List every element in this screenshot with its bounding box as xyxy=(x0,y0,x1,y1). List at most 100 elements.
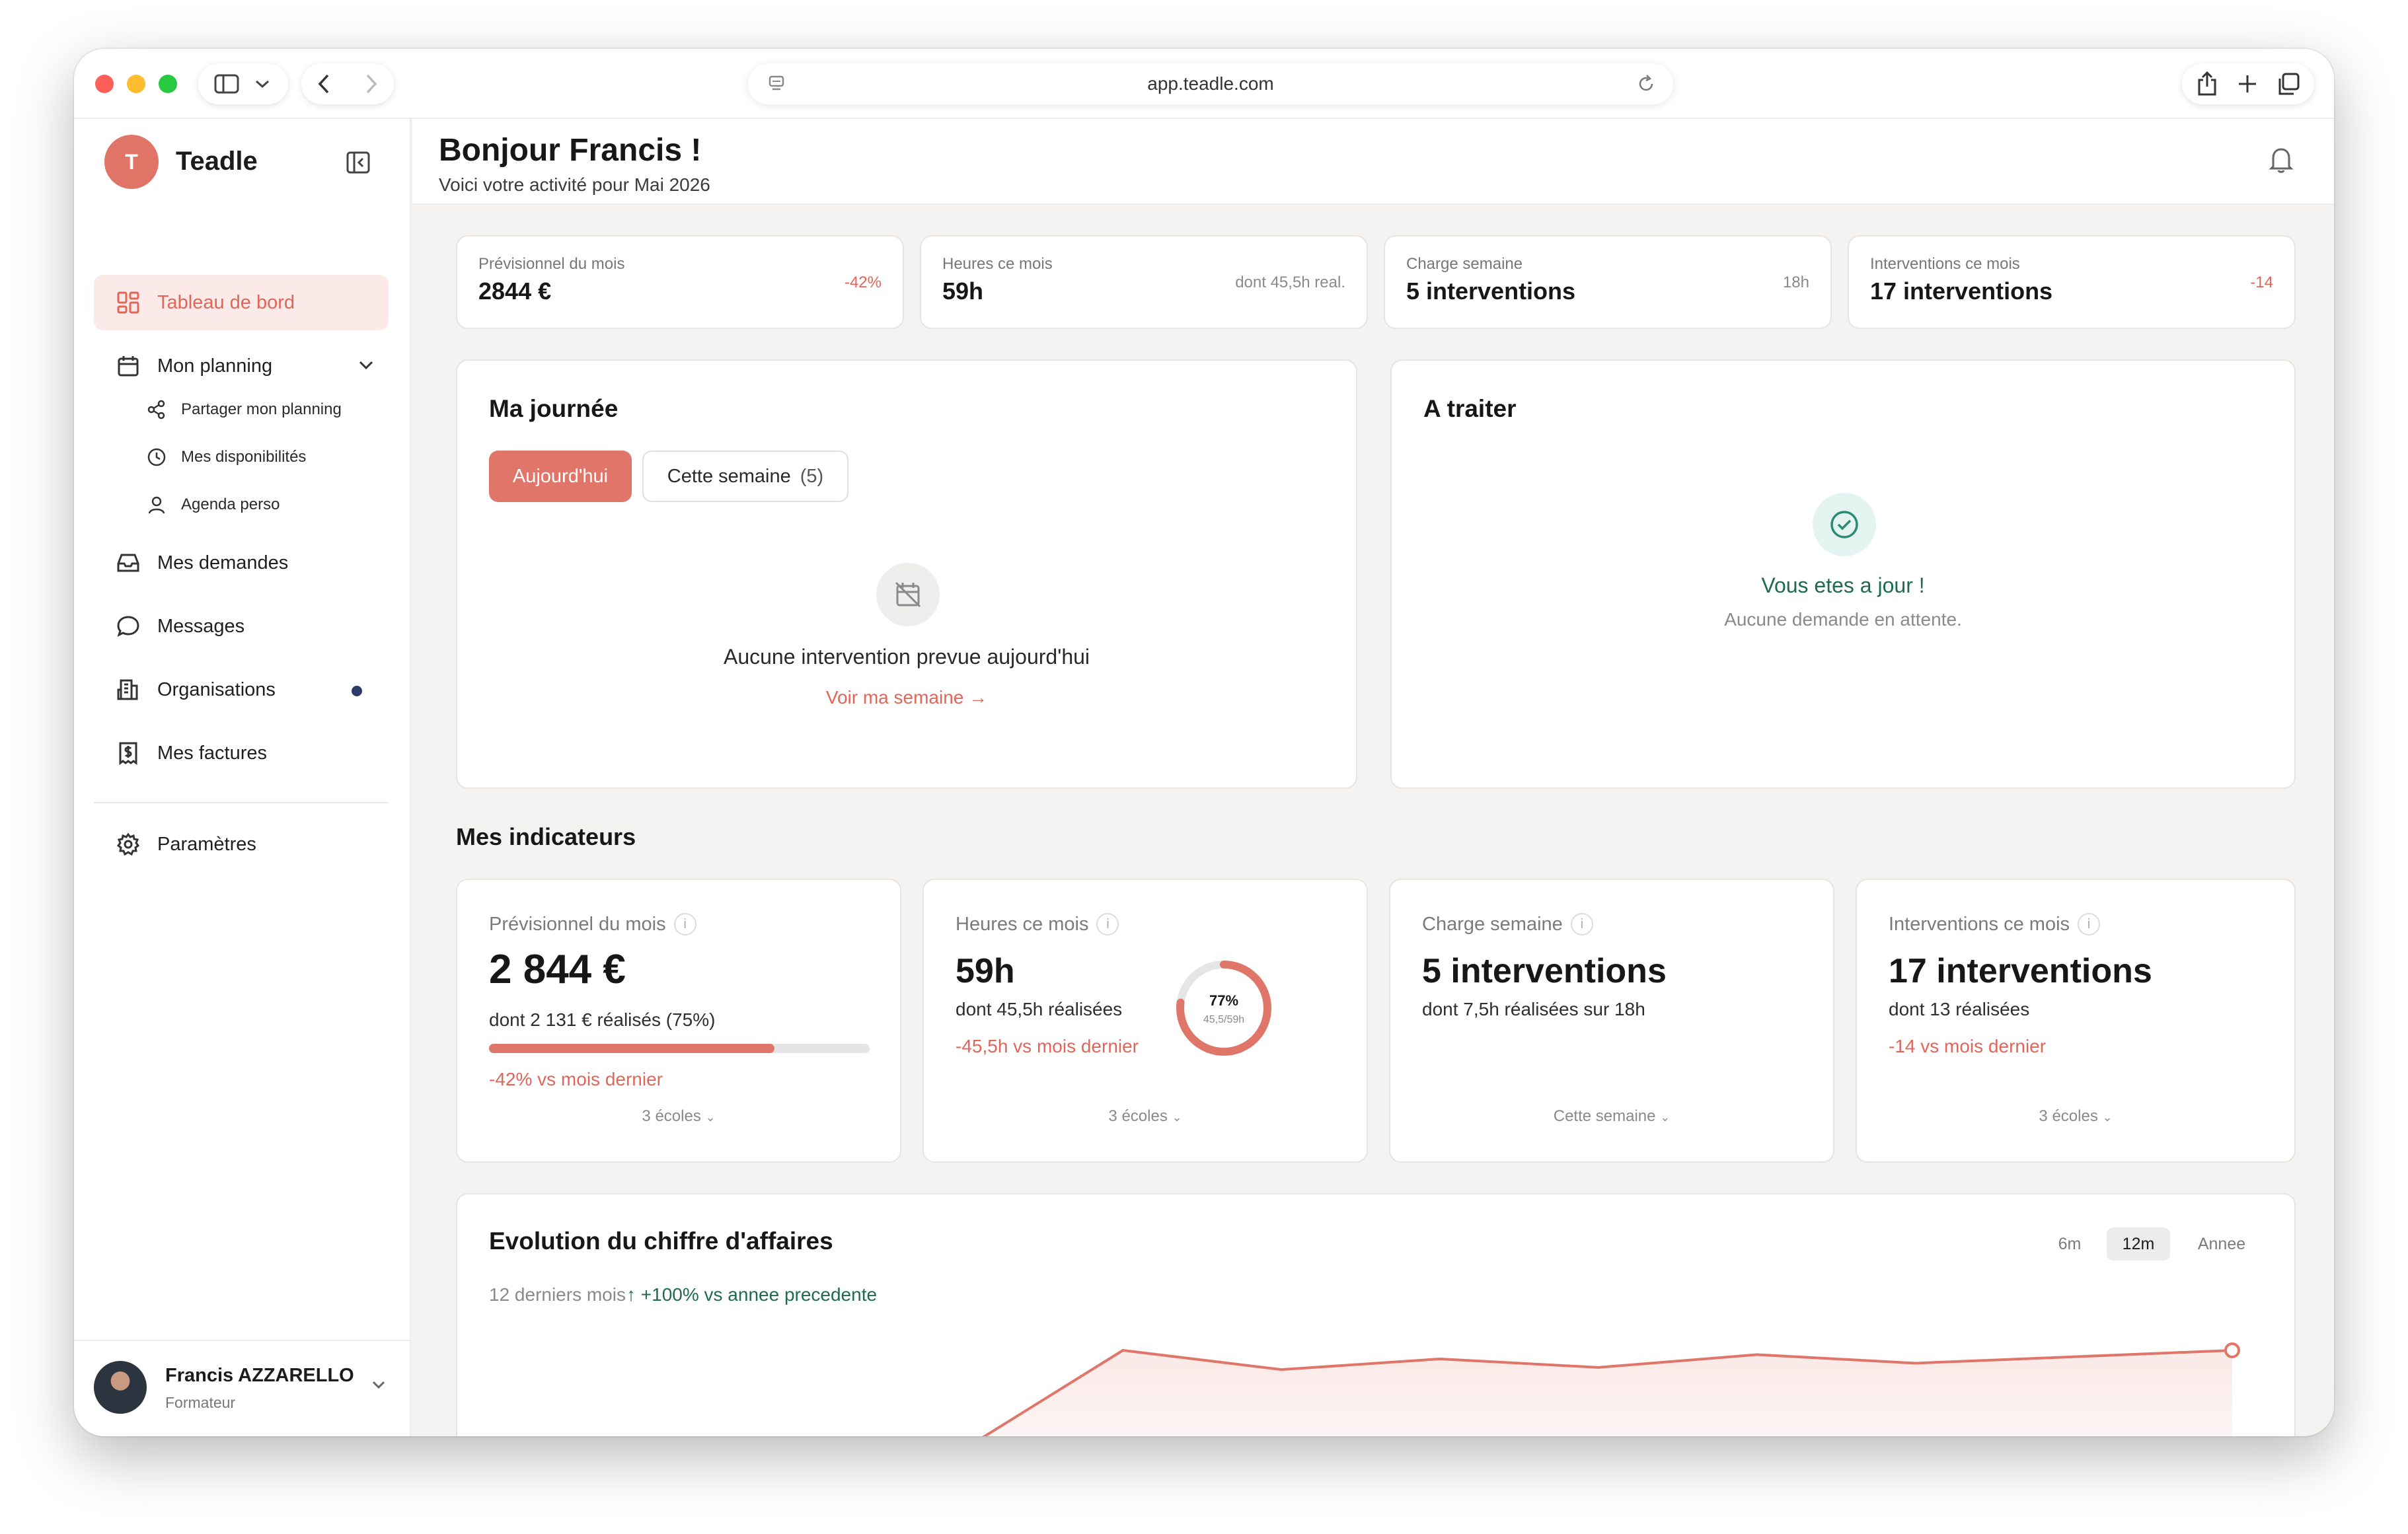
sidebar-item-dashboard[interactable]: Tableau de bord xyxy=(94,275,389,330)
notification-dot xyxy=(352,686,362,696)
stat-detail: 18h xyxy=(1782,274,1809,291)
chevron-down-icon xyxy=(372,1381,385,1389)
indicator-label: Interventions ce mois i xyxy=(1889,913,2101,935)
progress-track xyxy=(489,1044,870,1053)
empty-state-badge xyxy=(876,563,940,626)
sidebar-item-label: Tableau de bord xyxy=(157,291,295,313)
chevron-down-icon[interactable] xyxy=(357,358,375,373)
sidebar-item-label: Mes factures xyxy=(157,742,267,764)
stat-card-interventions[interactable]: Interventions ce mois 17 interventions -… xyxy=(1848,235,2296,329)
sidebar-item-invoices[interactable]: Mes factures xyxy=(94,725,389,781)
sidebar-item-requests[interactable]: Mes demandes xyxy=(94,535,389,591)
sidebar-item-organisations[interactable]: Organisations xyxy=(94,662,389,717)
see-week-link[interactable]: Voir ma semaine → xyxy=(457,687,1356,708)
trend-badge: ↑ +100% vs annee precedente xyxy=(626,1284,878,1305)
schools-filter[interactable]: 3 écoles ⌄ xyxy=(457,1107,900,1126)
sidebar-subitem-label: Agenda perso xyxy=(181,495,280,513)
chevron-down-icon: ⌄ xyxy=(1660,1111,1671,1124)
tab-week-label: Cette semaine xyxy=(667,465,791,487)
indicator-label-text: Interventions ce mois xyxy=(1889,913,2070,935)
building-icon xyxy=(115,676,141,703)
range-annee[interactable]: Annee xyxy=(2182,1227,2261,1260)
maximize-window-button[interactable] xyxy=(159,75,177,93)
sidebar-item-messages[interactable]: Messages xyxy=(94,599,389,654)
sidebar-subitem-agenda[interactable]: Agenda perso xyxy=(145,485,280,525)
page-subtitle: Voici votre activité pour Mai 2026 xyxy=(439,174,710,195)
stat-label: Interventions ce mois xyxy=(1870,255,2020,273)
info-icon[interactable]: i xyxy=(1096,913,1119,935)
user-menu[interactable]: Francis AZZARELLO Formateur xyxy=(74,1340,411,1436)
up-to-date-title: Vous etes a jour ! xyxy=(1761,573,1925,597)
tab-week[interactable]: Cette semaine (5) xyxy=(642,451,848,502)
indicator-label-text: Heures ce mois xyxy=(956,913,1089,935)
revenue-point[interactable] xyxy=(2224,1342,2240,1358)
indicator-card-charge: Charge semaine i 5 interventions dont 7,5… xyxy=(1389,879,1834,1163)
info-icon[interactable]: i xyxy=(673,913,696,935)
indicator-card-heures: Heures ce mois i 59h dont 45,5h réalisées… xyxy=(922,879,1368,1163)
indicator-value: 17 interventions xyxy=(1889,952,2152,990)
minimize-window-button[interactable] xyxy=(127,75,145,93)
week-filter-label: Cette semaine xyxy=(1553,1107,1656,1125)
indicator-label: Heures ce mois i xyxy=(956,913,1119,935)
sidebar-toggle-button[interactable] xyxy=(198,63,288,104)
stat-label: Charge semaine xyxy=(1406,255,1523,273)
sidebar-subitem-share[interactable]: Partager mon planning xyxy=(145,390,342,429)
stat-card-heures[interactable]: Heures ce mois 59h dont 45,5h real. xyxy=(920,235,1368,329)
sidebar-item-planning[interactable]: Mon planning xyxy=(94,338,389,394)
sidebar-icon xyxy=(214,74,239,94)
user-icon xyxy=(145,493,168,516)
browser-window: app.teadle.com T Teadle Tableau de bord … xyxy=(74,49,2334,1436)
browser-actions xyxy=(2182,63,2314,104)
stat-card-charge[interactable]: Charge semaine 5 interventions 18h xyxy=(1384,235,1832,329)
sidebar-item-settings[interactable]: Paramètres xyxy=(94,817,389,872)
sidebar-subitem-availability[interactable]: Mes disponibilités xyxy=(145,437,306,477)
address-bar[interactable]: app.teadle.com xyxy=(748,63,1673,104)
brand-name: Teadle xyxy=(176,147,258,176)
calendar-off-icon xyxy=(895,581,921,608)
indicator-value: 59h xyxy=(956,952,1015,990)
forward-icon[interactable] xyxy=(361,73,381,95)
indicator-value: 5 interventions xyxy=(1422,952,1667,990)
indicator-sub: dont 13 réalisées xyxy=(1889,999,2030,1019)
reload-icon[interactable] xyxy=(1636,74,1656,94)
sidebar-item-label: Mon planning xyxy=(157,355,273,377)
schools-filter[interactable]: 3 écoles ⌄ xyxy=(1857,1107,2294,1126)
new-tab-icon[interactable] xyxy=(2237,73,2258,94)
stat-value: 2844 € xyxy=(478,277,552,305)
chevron-down-icon: ⌄ xyxy=(1172,1111,1182,1124)
chevron-down-icon: ⌄ xyxy=(705,1111,716,1124)
back-icon[interactable] xyxy=(315,73,334,95)
stat-label: Prévisionnel du mois xyxy=(478,255,625,273)
hours-donut: 77% 45,5/59h xyxy=(1176,961,1271,1056)
week-filter[interactable]: Cette semaine ⌄ xyxy=(1390,1107,1833,1126)
indicator-label: Prévisionnel du mois i xyxy=(489,913,696,935)
tab-today[interactable]: Aujourd'hui xyxy=(489,451,632,502)
range-12m[interactable]: 12m xyxy=(2107,1227,2170,1260)
tabs-overview-icon[interactable] xyxy=(2276,72,2300,96)
history-nav xyxy=(301,63,394,104)
page-icon xyxy=(769,75,784,91)
ma-journee-card: Ma journée Aujourd'hui Cette semaine (5)… xyxy=(456,359,1357,789)
range-6m[interactable]: 6m xyxy=(2043,1227,2096,1260)
indicators-title: Mes indicateurs xyxy=(456,823,636,850)
schools-filter-label: 3 écoles xyxy=(2039,1107,2098,1125)
share-icon xyxy=(145,398,168,421)
page-title: Bonjour Francis ! xyxy=(439,133,702,168)
schools-filter-label: 3 écoles xyxy=(1108,1107,1168,1125)
user-role: Formateur xyxy=(165,1394,236,1411)
share-icon[interactable] xyxy=(2196,71,2218,97)
progress-fill xyxy=(489,1044,774,1053)
schools-filter[interactable]: 3 écoles ⌄ xyxy=(924,1107,1367,1126)
empty-state-text: Aucune intervention prevue aujourd'hui xyxy=(723,645,1090,669)
avatar xyxy=(94,1361,147,1414)
collapse-sidebar-icon[interactable] xyxy=(345,149,371,176)
close-window-button[interactable] xyxy=(95,75,114,93)
stat-card-previsionnel[interactable]: Prévisionnel du mois 2844 € -42% xyxy=(456,235,904,329)
info-icon[interactable]: i xyxy=(2078,913,2101,935)
indicator-delta: -14 vs mois dernier xyxy=(1889,1036,2047,1056)
stat-value: 5 interventions xyxy=(1406,277,1576,305)
chevron-down-icon: ⌄ xyxy=(2102,1111,2113,1124)
info-icon[interactable]: i xyxy=(1570,913,1593,935)
card-title: Ma journée xyxy=(489,395,619,422)
bell-icon[interactable] xyxy=(2268,145,2294,174)
